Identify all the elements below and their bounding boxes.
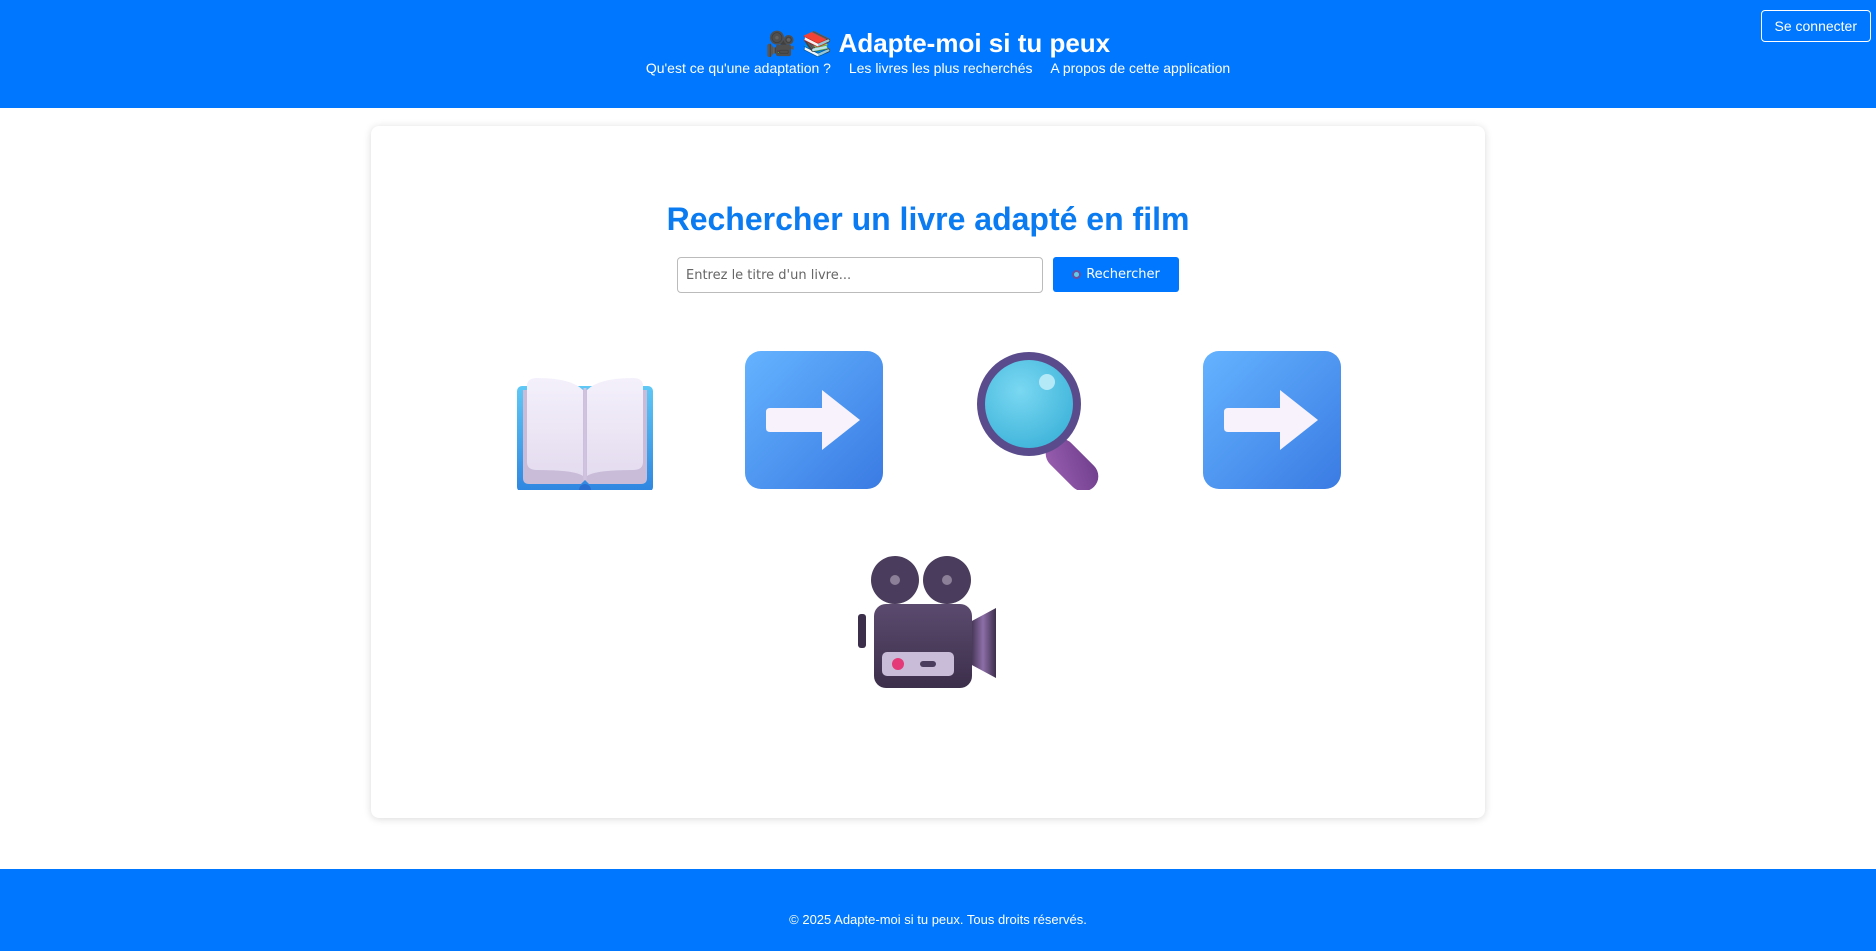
magnifying-glass-icon [973,350,1113,490]
site-title: 🎥 📚 Adapte-moi si tu peux [0,28,1876,59]
site-header: 🎥 📚 Adapte-moi si tu peux Qu'est ce qu'u… [0,0,1876,108]
login-button[interactable]: Se connecter [1760,10,1871,42]
nav-link-about[interactable]: A propos de cette application [1050,60,1230,76]
camera-books-icon: 🎥 📚 [765,31,833,58]
magnifier-icon [1072,270,1082,279]
search-button-label: Rechercher [1086,267,1160,282]
search-button[interactable]: Rechercher [1053,257,1179,292]
right-arrow-icon [744,350,884,490]
main-nav: Qu'est ce qu'une adaptation ? Les livres… [0,60,1876,76]
right-arrow-icon [1202,350,1342,490]
search-card: Rechercher un livre adapté en film Reche… [371,126,1485,818]
footer-copyright: © 2025 Adapte-moi si tu peux. Tous droit… [789,912,1087,927]
open-book-icon [515,350,655,490]
search-title: Rechercher un livre adapté en film [666,201,1190,237]
search-input[interactable] [677,257,1043,293]
movie-camera-icon [858,552,998,692]
nav-link-adaptation[interactable]: Qu'est ce qu'une adaptation ? [646,60,831,76]
site-footer: © 2025 Adapte-moi si tu peux. Tous droit… [0,869,1876,951]
site-title-text: Adapte-moi si tu peux [838,28,1111,58]
nav-link-most-searched[interactable]: Les livres les plus recherchés [849,60,1033,76]
